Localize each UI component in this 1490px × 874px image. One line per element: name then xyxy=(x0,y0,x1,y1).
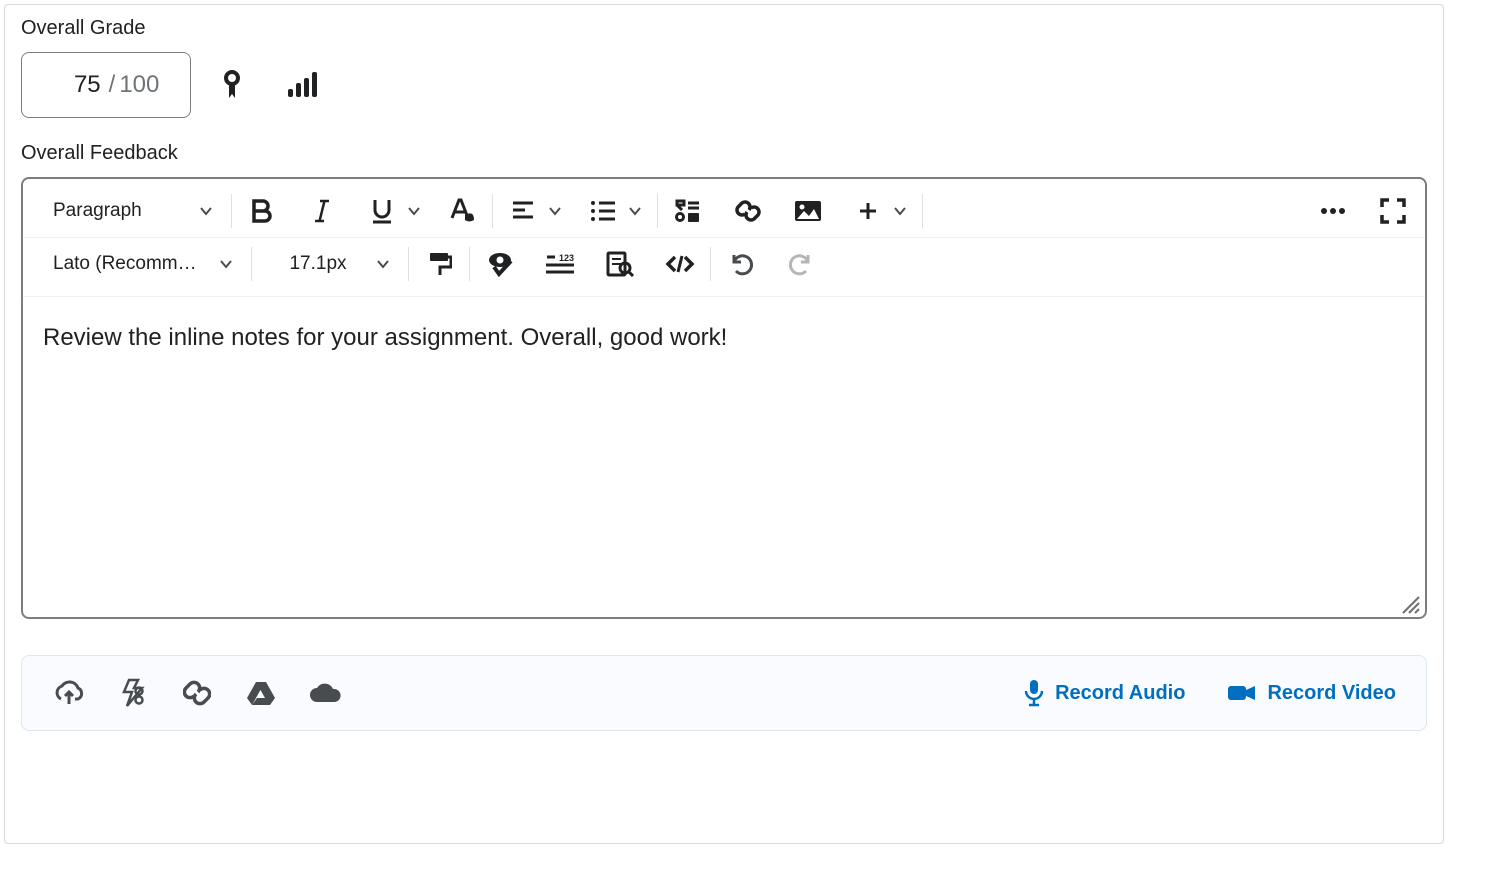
onedrive-icon[interactable] xyxy=(308,676,342,710)
attachment-icons xyxy=(52,676,342,710)
redo-button[interactable] xyxy=(779,242,823,286)
format-dropdown[interactable]: Paragraph xyxy=(43,189,223,233)
toolbar-separator xyxy=(469,247,470,281)
editor-content-area[interactable]: Review the inline notes for your assignm… xyxy=(23,297,1425,617)
rich-text-editor: Paragraph xyxy=(21,177,1427,619)
chevron-down-icon xyxy=(219,257,233,271)
format-dropdown-label: Paragraph xyxy=(53,200,142,222)
font-dropdown-label: Lato (Recomm… xyxy=(53,253,197,275)
fullscreen-button[interactable] xyxy=(1371,189,1415,233)
editor-toolbar-row-1: Paragraph xyxy=(23,179,1425,238)
upload-file-icon[interactable] xyxy=(52,676,86,710)
ribbon-icon[interactable] xyxy=(215,68,249,102)
link-button[interactable] xyxy=(726,189,770,233)
chevron-down-icon xyxy=(376,257,390,271)
attach-link-icon[interactable] xyxy=(180,676,214,710)
toolbar-separator xyxy=(408,247,409,281)
toolbar-separator xyxy=(710,247,711,281)
bar-chart-icon[interactable] xyxy=(285,68,319,102)
underline-button[interactable] xyxy=(360,189,404,233)
chevron-down-icon xyxy=(893,204,907,218)
record-audio-button[interactable]: Record Audio xyxy=(1023,679,1185,707)
toolbar-separator xyxy=(922,194,923,228)
editor-toolbar-row-2: Lato (Recomm… 17.1px 123 xyxy=(23,238,1425,297)
record-video-label: Record Video xyxy=(1267,682,1396,705)
google-drive-icon[interactable] xyxy=(244,676,278,710)
font-dropdown[interactable]: Lato (Recomm… xyxy=(43,242,243,286)
italic-button[interactable] xyxy=(300,189,344,233)
list-dropdown[interactable] xyxy=(621,189,649,233)
toolbar-separator xyxy=(231,194,232,228)
attachment-bar: Record Audio Record Video xyxy=(21,655,1427,731)
bold-button[interactable] xyxy=(240,189,284,233)
record-links: Record Audio Record Video xyxy=(1023,679,1396,707)
preview-button[interactable] xyxy=(598,242,642,286)
svg-text:123: 123 xyxy=(559,253,574,263)
chevron-down-icon xyxy=(628,204,642,218)
more-actions-button[interactable] xyxy=(1311,189,1355,233)
grade-input-group[interactable]: / 100 xyxy=(21,52,191,118)
grade-value-input[interactable] xyxy=(53,70,103,100)
list-button[interactable] xyxy=(581,189,625,233)
align-button[interactable] xyxy=(501,189,545,233)
underline-dropdown[interactable] xyxy=(400,189,428,233)
source-code-button[interactable] xyxy=(658,242,702,286)
insert-more-button[interactable] xyxy=(846,189,890,233)
overall-grade-label: Overall Grade xyxy=(21,17,1427,40)
undo-button[interactable] xyxy=(719,242,763,286)
image-button[interactable] xyxy=(786,189,830,233)
align-dropdown[interactable] xyxy=(541,189,569,233)
chevron-down-icon xyxy=(548,204,562,218)
grade-row: / 100 xyxy=(21,52,1427,118)
record-audio-label: Record Audio xyxy=(1055,682,1185,705)
toolbar-separator xyxy=(251,247,252,281)
toolbar-separator xyxy=(492,194,493,228)
font-size-dropdown[interactable]: 17.1px xyxy=(260,242,400,286)
microphone-icon xyxy=(1023,679,1045,707)
feedback-panel: Overall Grade / 100 Overall Feedback Par… xyxy=(4,4,1444,844)
font-size-label: 17.1px xyxy=(289,253,346,275)
word-count-button[interactable]: 123 xyxy=(538,242,582,286)
accessibility-check-button[interactable] xyxy=(478,242,522,286)
record-video-button[interactable]: Record Video xyxy=(1227,682,1396,705)
feedback-text: Review the inline notes for your assignm… xyxy=(43,321,1405,355)
font-color-button[interactable] xyxy=(440,189,484,233)
quicklink-icon[interactable] xyxy=(116,676,150,710)
insert-stuff-button[interactable] xyxy=(666,189,710,233)
grade-max: 100 xyxy=(119,71,159,99)
format-painter-button[interactable] xyxy=(417,242,461,286)
overall-feedback-label: Overall Feedback xyxy=(21,142,1427,165)
grade-separator: / xyxy=(109,71,116,99)
video-camera-icon xyxy=(1227,683,1257,703)
chevron-down-icon xyxy=(199,204,213,218)
chevron-down-icon xyxy=(407,204,421,218)
insert-more-dropdown[interactable] xyxy=(886,189,914,233)
resize-handle-icon[interactable] xyxy=(1399,593,1421,615)
toolbar-separator xyxy=(657,194,658,228)
